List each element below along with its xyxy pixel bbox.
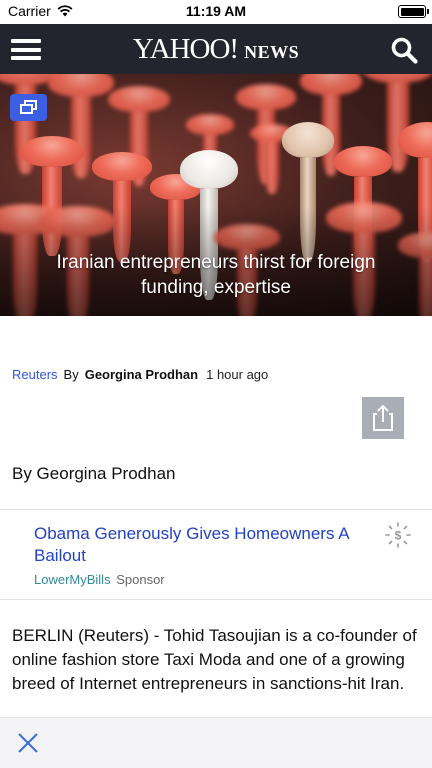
hero-image[interactable]: Iranian entrepreneurs thirst for foreign… xyxy=(0,74,432,316)
yahoo-news-logo[interactable]: YAHOO! NEWS xyxy=(133,33,299,66)
author-name: Georgina Prodhan xyxy=(84,367,199,382)
status-bar: Carrier 11:19 AM xyxy=(0,0,432,24)
status-time: 11:19 AM xyxy=(185,3,247,19)
close-icon[interactable] xyxy=(16,731,40,755)
battery-icon xyxy=(398,5,429,18)
svg-text:$: $ xyxy=(395,529,402,543)
article-meta: Reuters By Georgina Prodhan 1 hour ago xyxy=(12,367,268,382)
hero-caption: Iranian entrepreneurs thirst for foreign… xyxy=(56,252,376,298)
publish-time: 1 hour ago xyxy=(206,367,269,382)
hamburger-menu-icon[interactable] xyxy=(11,39,41,60)
dollar-badge-icon[interactable]: $ xyxy=(384,521,412,549)
ad-sponsor: LowerMyBills Sponsor xyxy=(34,572,165,587)
gallery-icon[interactable] xyxy=(10,94,47,121)
by-prefix: By xyxy=(63,367,79,382)
logo-main: YAHOO! xyxy=(132,32,239,65)
ad-title[interactable]: Obama Generously Gives Homeowners A Bail… xyxy=(34,523,374,567)
bottom-bar xyxy=(0,717,432,768)
source-link[interactable]: Reuters xyxy=(12,367,58,382)
search-icon[interactable] xyxy=(390,36,418,64)
article-body: BERLIN (Reuters) - Tohid Tasoujian is a … xyxy=(12,626,417,693)
sponsor-label: Sponsor xyxy=(116,572,165,587)
app-header: YAHOO! NEWS xyxy=(0,24,432,74)
sponsored-ad[interactable]: Obama Generously Gives Homeowners A Bail… xyxy=(0,509,432,600)
share-button[interactable] xyxy=(362,397,404,439)
logo-sub: NEWS xyxy=(244,41,300,62)
share-icon xyxy=(373,404,393,431)
sponsor-name[interactable]: LowerMyBills xyxy=(34,572,111,587)
byline: By Georgina Prodhan xyxy=(12,464,176,483)
